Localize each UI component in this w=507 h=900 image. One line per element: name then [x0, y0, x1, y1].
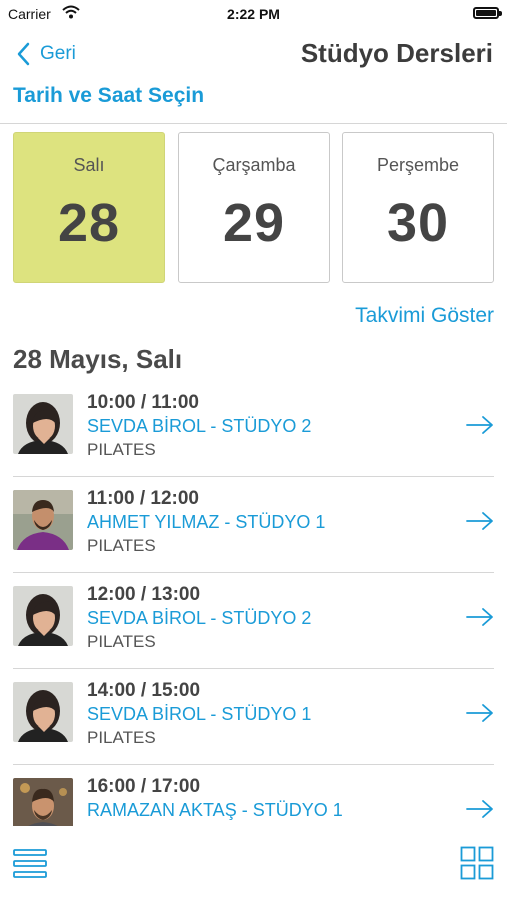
day-name: Salı: [73, 155, 105, 175]
session-class: PILATES: [87, 440, 156, 459]
arrow-right-icon[interactable]: [465, 510, 495, 532]
session-class: PILATES: [87, 536, 156, 555]
instructor-avatar: [13, 586, 73, 646]
back-label: Geri: [40, 43, 76, 64]
session-row[interactable]: 14:00 / 15:00 SEVDA BİROL - STÜDYO 1 PIL…: [0, 669, 507, 765]
day-number: 28: [57, 193, 121, 253]
arrow-right-icon[interactable]: [465, 414, 495, 436]
session-row[interactable]: 10:00 / 11:00 SEVDA BİROL - STÜDYO 2 PIL…: [0, 381, 507, 477]
chevron-left-icon: [17, 42, 30, 66]
session-time: 11:00 / 12:00: [87, 488, 199, 509]
session-time: 16:00 / 17:00: [87, 776, 201, 797]
session-instructor: SEVDA BİROL - STÜDYO 1: [87, 704, 312, 724]
instructor-avatar: [13, 394, 73, 454]
day-number: 30: [386, 193, 450, 253]
session-instructor: RAMAZAN AKTAŞ - STÜDYO 1: [87, 800, 343, 820]
section-heading: Tarih ve Saat Seçin: [13, 84, 205, 107]
session-time: 14:00 / 15:00: [87, 680, 201, 701]
date-heading: 28 Mayıs, Salı: [13, 344, 183, 374]
instructor-avatar: [13, 682, 73, 742]
session-row[interactable]: 12:00 / 13:00 SEVDA BİROL - STÜDYO 2 PIL…: [0, 573, 507, 669]
divider: [0, 123, 507, 124]
arrow-right-icon[interactable]: [465, 702, 495, 724]
session-list[interactable]: 10:00 / 11:00 SEVDA BİROL - STÜDYO 2 PIL…: [0, 381, 507, 826]
instructor-avatar: [13, 778, 73, 826]
session-row[interactable]: 11:00 / 12:00 AHMET YILMAZ - STÜDYO 1 PI…: [0, 477, 507, 573]
session-class: PILATES: [87, 632, 156, 651]
session-time: 10:00 / 11:00: [87, 392, 199, 413]
status-time: 2:22 PM: [227, 6, 280, 22]
session-instructor: SEVDA BİROL - STÜDYO 2: [87, 416, 312, 436]
arrow-right-icon[interactable]: [465, 606, 495, 628]
day-name: Perşembe: [376, 155, 460, 175]
list-view-icon[interactable]: [13, 848, 47, 880]
session-row[interactable]: 16:00 / 17:00 RAMAZAN AKTAŞ - STÜDYO 1: [0, 765, 507, 826]
status-bar: Carrier 2:22 PM: [0, 0, 507, 30]
grid-view-icon[interactable]: [460, 846, 494, 880]
page-title: Stüdyo Dersleri: [300, 38, 493, 68]
day-card-wednesday[interactable]: Çarşamba 29: [178, 132, 330, 283]
show-calendar-link[interactable]: Takvimi Göster: [355, 304, 494, 328]
day-card-tuesday[interactable]: Salı 28: [13, 132, 165, 283]
session-time: 12:00 / 13:00: [87, 584, 201, 605]
back-button[interactable]: Geri: [16, 38, 76, 70]
arrow-right-icon[interactable]: [465, 798, 495, 820]
day-number: 29: [222, 193, 286, 253]
session-instructor: AHMET YILMAZ - STÜDYO 1: [87, 512, 326, 532]
instructor-avatar: [13, 490, 73, 550]
session-instructor: SEVDA BİROL - STÜDYO 2: [87, 608, 312, 628]
day-card-thursday[interactable]: Perşembe 30: [342, 132, 494, 283]
day-name: Çarşamba: [212, 155, 296, 175]
bottom-toolbar: [0, 826, 507, 900]
session-class: PILATES: [87, 728, 156, 747]
battery-icon: [473, 7, 502, 19]
